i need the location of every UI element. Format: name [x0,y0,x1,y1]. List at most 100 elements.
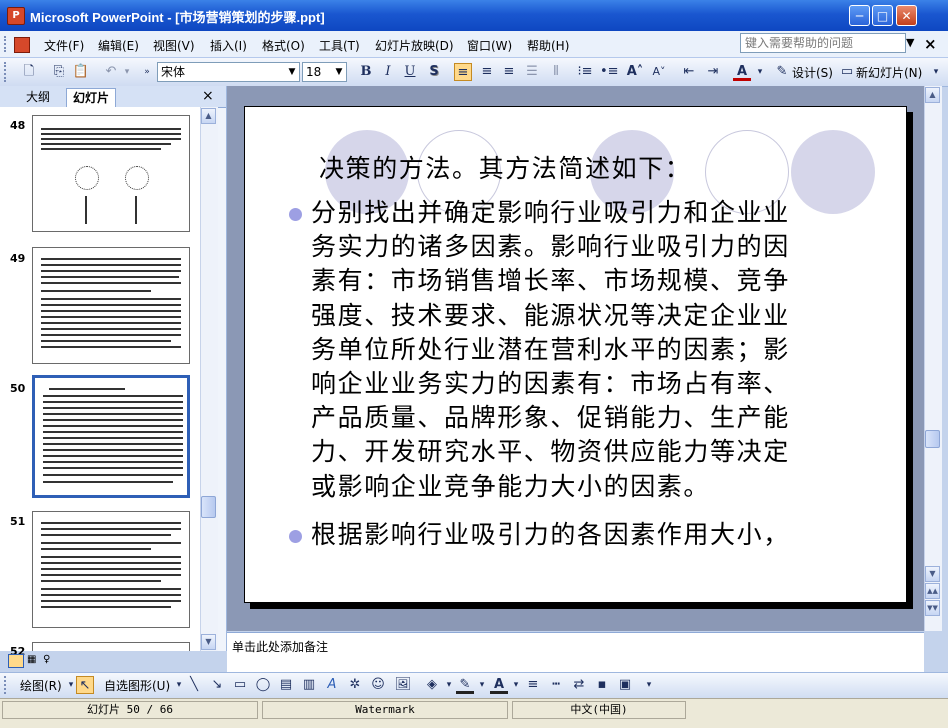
copy-icon[interactable]: ⎘ [50,63,68,81]
menu-help[interactable]: 帮助(H) [527,37,569,54]
draw-menu-button[interactable]: 绘图(R) [20,677,62,694]
align-center-icon[interactable]: ≡ [478,63,496,81]
next-slide-icon[interactable]: ▼▼ [925,600,940,616]
slide-thumbnail-51[interactable] [32,511,190,628]
justify-icon[interactable]: ☰ [523,63,541,81]
increase-indent-icon[interactable]: ⇥ [704,63,722,81]
font-color-dropdown-icon[interactable]: ▾ [751,63,769,81]
tab-slides[interactable]: 幻灯片 [66,88,117,107]
scroll-down-icon[interactable]: ▼ [925,566,940,582]
slide-thumbnail-49[interactable] [32,247,190,364]
arrow-style-icon[interactable]: ⇄ [570,676,588,694]
decrease-indent-icon[interactable]: ⇤ [680,63,698,81]
notes-pane[interactable] [227,632,924,673]
underline-button[interactable]: U [401,63,419,81]
slide-bullet-2[interactable]: 根据影响行业吸引力的各因素作用大小， [311,518,881,552]
slide-sorter-view-icon[interactable]: ▦ [27,654,39,666]
slide-heading[interactable]: 决策的方法。其方法简述如下： [319,152,691,186]
undo-dropdown-icon[interactable]: ▾ [118,63,136,81]
tab-outline[interactable]: 大纲 [20,88,56,106]
distribute-icon[interactable]: ⦀ [547,63,565,81]
align-right-icon[interactable]: ≡ [500,63,518,81]
rectangle-tool-icon[interactable]: ▭ [231,676,249,694]
help-search-input[interactable]: 键入需要帮助的问题 [740,33,906,53]
scroll-up-icon[interactable]: ▲ [925,87,940,103]
menu-slideshow[interactable]: 幻灯片放映(D) [375,37,454,54]
menu-insert[interactable]: 插入(I) [210,37,247,54]
drawing-grip-icon[interactable] [4,676,9,694]
line-color-dropdown-icon[interactable]: ▾ [473,676,491,694]
menu-edit[interactable]: 编辑(E) [98,37,139,54]
bold-button[interactable]: B [357,63,375,81]
new-slide-icon[interactable]: ▭ [838,63,856,81]
font-color-icon[interactable]: A [733,63,751,81]
slide-scrollbar[interactable] [924,86,942,631]
close-document-icon[interactable]: × [924,35,937,53]
menu-grip-icon[interactable] [4,36,9,52]
toolbar-options-icon[interactable]: » [138,63,156,81]
font-size-dropdown-icon[interactable]: ▼ [332,63,346,81]
numbering-icon[interactable]: ⁝≡ [576,63,594,81]
menu-view[interactable]: 视图(V) [153,37,195,54]
previous-slide-icon[interactable]: ▲▲ [925,583,940,599]
arrow-tool-icon[interactable]: ↘ [208,676,226,694]
font-name-dropdown-icon[interactable]: ▼ [285,63,299,81]
italic-button[interactable]: I [379,63,397,81]
scroll-up-icon[interactable]: ▲ [201,108,216,124]
slide-canvas[interactable]: 决策的方法。其方法简述如下： 分别找出并确定影响行业吸引力和企业业 务实力的诸多… [244,106,907,603]
dash-style-icon[interactable]: ┅ [547,676,565,694]
vertical-textbox-icon[interactable]: ▥ [300,676,318,694]
design-icon[interactable]: ✎ [773,63,791,81]
oval-tool-icon[interactable]: ◯ [254,676,272,694]
powerpoint-app-icon[interactable]: P [7,7,25,25]
shadow-button[interactable]: S [425,63,443,81]
new-document-icon[interactable]: 🗋 [20,63,38,81]
new-slide-button[interactable]: 新幻灯片(N) [856,64,922,81]
menu-format[interactable]: 格式(O) [262,37,305,54]
select-pointer-icon[interactable]: ↖ [76,676,94,694]
slide-thumbnail-48[interactable] [32,115,190,232]
menu-file[interactable]: 文件(F) [44,37,84,54]
slide-bullet-1[interactable]: 分别找出并确定影响行业吸引力和企业业 务实力的诸多因素。影响行业吸引力的因 素有… [311,196,881,504]
pane-close-icon[interactable]: × [202,88,214,104]
design-button[interactable]: 设计(S) [792,64,833,81]
close-button[interactable]: ✕ [896,5,917,26]
minimize-button[interactable]: ─ [849,5,870,26]
line-style-icon[interactable]: ≡ [524,676,542,694]
decrease-font-icon[interactable]: A˅ [650,63,668,81]
line-tool-icon[interactable]: ╲ [185,676,203,694]
shadow-style-icon[interactable]: ▪ [593,676,611,694]
paste-icon[interactable]: 📋 [72,63,90,81]
scroll-thumb[interactable] [925,430,940,448]
slide-thumbnail-52[interactable] [32,642,190,651]
increase-font-icon[interactable]: A˄ [626,63,644,81]
textbox-tool-icon[interactable]: ▤ [277,676,295,694]
help-dropdown-icon[interactable]: ▼ [906,36,914,49]
menu-tools[interactable]: 工具(T) [319,37,360,54]
font-color-draw-icon[interactable]: A [490,676,508,694]
autoshapes-button[interactable]: 自选图形(U) [104,677,170,694]
drawing-toolbar-more-icon[interactable]: ▾ [640,676,658,694]
align-left-icon[interactable]: ≡ [454,63,472,81]
line-color-icon[interactable]: ✎ [456,676,474,694]
normal-view-icon[interactable] [8,654,24,668]
toolbar-more-icon[interactable]: ▾ [927,63,945,81]
maximize-button[interactable]: □ [872,5,893,26]
font-name-select[interactable]: 宋体 [157,62,300,82]
bullets-icon[interactable]: •≡ [600,63,619,81]
document-icon[interactable] [14,37,30,53]
picture-icon[interactable]: 🖼 [394,676,412,694]
thumbnail-scrollbar[interactable] [200,107,218,651]
diagram-icon[interactable]: ✲ [346,676,364,694]
font-color-draw-dropdown-icon[interactable]: ▾ [507,676,525,694]
toolbar-grip-icon[interactable] [4,62,9,82]
fill-color-icon[interactable]: ◈ [423,676,441,694]
wordart-icon[interactable]: A [323,676,341,694]
slideshow-view-icon[interactable]: ♀ [43,654,55,666]
notes-placeholder[interactable]: 单击此处添加备注 [232,638,328,655]
menu-window[interactable]: 窗口(W) [467,37,512,54]
scroll-thumb[interactable] [201,496,216,518]
slide-thumbnail-50-selected[interactable] [32,375,190,498]
3d-style-icon[interactable]: ▣ [616,676,634,694]
clipart-icon[interactable]: ☺ [369,676,387,694]
